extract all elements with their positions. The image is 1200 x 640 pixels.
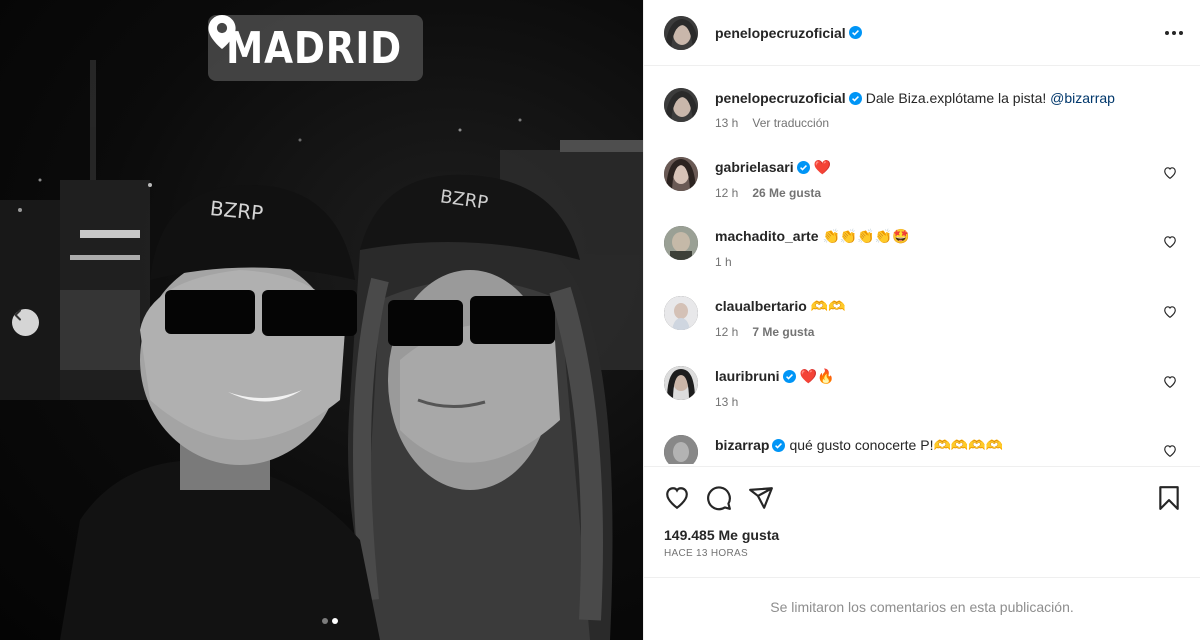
caption-time[interactable]: 13 h: [715, 116, 738, 130]
post-header: penelopecruzoficial: [644, 0, 1200, 66]
verified-icon: [848, 92, 862, 105]
header-username[interactable]: penelopecruzoficial: [715, 25, 846, 41]
avatar-lauribruni: [664, 366, 698, 400]
more-options-button[interactable]: [1165, 25, 1183, 41]
comment-text: ❤️🔥: [799, 369, 835, 385]
post-details-panel: penelopecruzoficial penelopecruzoficial D…: [643, 0, 1200, 640]
avatar[interactable]: [664, 366, 698, 400]
heart-icon[interactable]: [1163, 375, 1177, 388]
comment-icon[interactable]: [706, 485, 732, 511]
comment-row: machadito_arte 👏👏👏👏🤩 1 h: [664, 226, 1180, 269]
post-timestamp[interactable]: HACE 13 HORAS: [644, 543, 1200, 559]
comment-text: ❤️: [813, 160, 832, 176]
comment-time[interactable]: 12 h: [715, 186, 738, 200]
comment-row: lauribruni ❤️🔥 13 h: [664, 366, 1180, 409]
heart-icon[interactable]: [1163, 166, 1177, 179]
comment-row: bizarrap qué gusto conocerte P!🫶🫶🫶🫶: [664, 435, 1180, 464]
carousel-dot: [322, 618, 328, 624]
previous-media-button[interactable]: [12, 309, 39, 336]
comment-time[interactable]: 13 h: [715, 395, 738, 409]
comment-username[interactable]: bizarrap: [715, 437, 769, 453]
avatar-penelope: [664, 88, 698, 122]
comment-username[interactable]: lauribruni: [715, 368, 780, 384]
avatar[interactable]: [664, 296, 698, 330]
avatar[interactable]: [664, 226, 698, 260]
comment-text: qué gusto conocerte P!🫶🫶🫶🫶: [789, 437, 1004, 453]
avatar[interactable]: [664, 88, 698, 122]
caption-mention[interactable]: @bizarrap: [1050, 90, 1115, 106]
avatar[interactable]: [664, 435, 698, 464]
photo: BZRP BZRP: [0, 60, 643, 640]
avatar-gabrielasari: [664, 157, 698, 191]
caption-username[interactable]: penelopecruzoficial: [715, 90, 846, 106]
comment-username[interactable]: machadito_arte: [715, 228, 818, 244]
comment-time[interactable]: 12 h: [715, 325, 738, 339]
likes-count[interactable]: 149.485 Me gusta: [644, 513, 1200, 543]
heart-icon[interactable]: [664, 485, 690, 511]
post-actions: 149.485 Me gusta HACE 13 HORAS Se limita…: [644, 466, 1200, 638]
verified-icon: [772, 439, 786, 452]
verified-icon: [782, 370, 796, 383]
carousel-indicator: [322, 618, 338, 624]
carousel-dot-active: [332, 618, 338, 624]
see-translation-link[interactable]: Ver traducción: [752, 116, 829, 130]
comment-time[interactable]: 1 h: [715, 255, 732, 269]
heart-icon[interactable]: [1163, 305, 1177, 318]
comments-limited-notice: Se limitaron los comentarios en esta pub…: [644, 577, 1200, 639]
post-media[interactable]: BZRP BZRP MADRID: [0, 0, 643, 640]
heart-icon[interactable]: [1163, 235, 1177, 248]
chevron-left-icon: [14, 309, 21, 321]
avatar[interactable]: [664, 157, 698, 191]
caption-text: Dale Biza.explótame la pista!: [865, 90, 1047, 106]
bookmark-icon[interactable]: [1156, 485, 1182, 511]
comment-username[interactable]: gabrielasari: [715, 159, 794, 175]
comment-row: gabrielasari ❤️ 12 h 26 Me gusta: [664, 157, 1180, 200]
comment-text: 🫶🫶: [810, 299, 846, 315]
comment-likes[interactable]: 7 Me gusta: [752, 325, 814, 339]
caption-row: penelopecruzoficial Dale Biza.explótame l…: [664, 88, 1180, 130]
avatar[interactable]: [664, 15, 698, 50]
avatar-bizarrap: [664, 435, 698, 464]
location-label: MADRID: [226, 22, 403, 74]
share-icon[interactable]: [748, 485, 774, 511]
avatar-claualbertario: [664, 296, 698, 330]
more-icon: [1165, 30, 1169, 35]
avatar-machadito-arte: [664, 226, 698, 260]
comment-row: claualbertario 🫶🫶 12 h 7 Me gusta: [664, 296, 1180, 339]
avatar-penelope: [664, 15, 698, 50]
comment-text: 👏👏👏👏🤩: [822, 229, 910, 245]
location-sticker[interactable]: MADRID: [208, 15, 423, 81]
verified-icon: [796, 161, 810, 174]
comments-list[interactable]: penelopecruzoficial Dale Biza.explótame l…: [644, 67, 1200, 464]
heart-icon[interactable]: [1163, 444, 1177, 457]
verified-icon: [848, 26, 862, 39]
comment-likes[interactable]: 26 Me gusta: [752, 186, 821, 200]
comment-username[interactable]: claualbertario: [715, 298, 807, 314]
